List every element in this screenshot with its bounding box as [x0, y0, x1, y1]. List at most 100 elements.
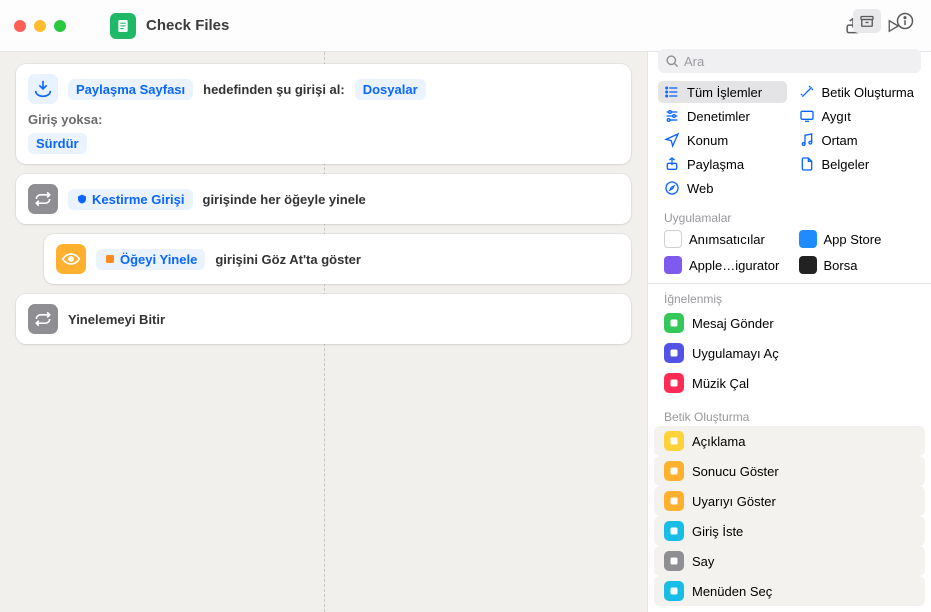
window-controls: [14, 20, 66, 32]
receive-middle-text: hedefinden şu girişi al:: [203, 82, 345, 97]
category-label: Konum: [687, 133, 728, 148]
end-repeat-icon: [28, 304, 58, 334]
receive-type-token[interactable]: Dosyalar: [355, 79, 426, 100]
category-label: Paylaşma: [687, 157, 744, 172]
category-item[interactable]: Betik Oluşturma: [793, 81, 922, 103]
action-item-icon: [664, 461, 684, 481]
app-icon: [799, 230, 817, 248]
category-item[interactable]: Belgeler: [793, 153, 922, 175]
action-list-item[interactable]: Müzik Çal: [654, 368, 925, 398]
action-item-icon: [664, 431, 684, 451]
category-item[interactable]: Ortam: [793, 129, 922, 151]
share-icon: [664, 156, 680, 172]
close-window-button[interactable]: [14, 20, 26, 32]
repeat-input-token[interactable]: Kestirme Girişi: [68, 189, 193, 210]
minimize-window-button[interactable]: [34, 20, 46, 32]
action-list-item[interactable]: Say: [654, 546, 925, 576]
app-icon: [664, 230, 682, 248]
window-title: Check Files: [146, 17, 843, 34]
action-list-item[interactable]: Açıklama: [654, 426, 925, 456]
action-item-icon: [664, 313, 684, 333]
action-item-label: Sonucu Göster: [692, 464, 779, 479]
action-item-icon: [664, 551, 684, 571]
repeat-text: girişinde her öğeyle yinele: [203, 192, 366, 207]
app-icon: [664, 256, 682, 274]
action-list-item[interactable]: Sonucu Göster: [654, 456, 925, 486]
end-repeat-text: Yinelemeyi Bitir: [68, 312, 165, 327]
app-item[interactable]: Apple…igurator: [658, 253, 787, 277]
music-note-icon: [799, 132, 815, 148]
category-item[interactable]: Paylaşma: [658, 153, 787, 175]
action-item-icon: [664, 521, 684, 541]
category-item[interactable]: Konum: [658, 129, 787, 151]
action-list-item[interactable]: Mesaj Gönder: [654, 308, 925, 338]
action-list-item[interactable]: Uygulamayı Aç: [654, 338, 925, 368]
list-icon: [664, 84, 680, 100]
library-sidebar: Tüm İşlemler Betik Oluşturma Denetimler Ayg…: [647, 52, 931, 612]
receive-target-token[interactable]: Paylaşma Sayfası: [68, 79, 193, 100]
action-item-label: Müzik Çal: [692, 376, 749, 391]
category-grid: Tüm İşlemler Betik Oluşturma Denetimler Ayg…: [648, 79, 931, 205]
action-item-label: Uyarıyı Göster: [692, 494, 776, 509]
pinned-section-label: İğnelenmiş: [648, 286, 931, 308]
category-label: Denetimler: [687, 109, 750, 124]
safari-icon: [664, 180, 680, 196]
action-item-label: Uygulamayı Aç: [692, 346, 779, 361]
shortcut-canvas[interactable]: Paylaşma Sayfası hedefinden şu girişi al…: [0, 52, 647, 612]
category-label: Tüm İşlemler: [687, 85, 762, 100]
document-icon: [799, 156, 815, 172]
quicklook-icon: [56, 244, 86, 274]
category-label: Ortam: [822, 133, 858, 148]
app-item[interactable]: Borsa: [793, 253, 922, 277]
category-item[interactable]: Web: [658, 177, 787, 199]
sliders-icon: [664, 108, 680, 124]
app-label: Borsa: [824, 258, 858, 273]
category-label: Betik Oluşturma: [822, 85, 914, 100]
action-item-icon: [664, 491, 684, 511]
shortcut-app-icon: [110, 13, 136, 39]
scripting-list: Açıklama Sonucu Göster Uyarıyı Göster Gi…: [648, 426, 931, 612]
action-item-label: Say: [692, 554, 714, 569]
search-input[interactable]: [658, 49, 921, 73]
apps-grid: Anımsatıcılar App Store Apple…igurator Bors…: [648, 227, 931, 281]
action-item-label: Mesaj Gönder: [692, 316, 774, 331]
quicklook-input-token[interactable]: Öğeyi Yinele: [96, 249, 205, 270]
action-item-icon: [664, 581, 684, 601]
pinned-list: Mesaj Gönder Uygulamayı Aç Müzik Çal: [648, 308, 931, 404]
no-input-action-token[interactable]: Sürdür: [28, 133, 87, 154]
location-icon: [664, 132, 680, 148]
action-receive-input[interactable]: Paylaşma Sayfası hedefinden şu girişi al…: [16, 64, 631, 164]
action-repeat-each[interactable]: Kestirme Girişi girişinde her öğeyle yin…: [16, 174, 631, 224]
app-label: Apple…igurator: [689, 258, 779, 273]
action-item-icon: [664, 343, 684, 363]
wand-icon: [799, 84, 815, 100]
app-label: Anımsatıcılar: [689, 232, 765, 247]
action-list-item[interactable]: Menüden Seç: [654, 576, 925, 606]
action-quick-look[interactable]: Öğeyi Yinele girişini Göz At'ta göster: [44, 234, 631, 284]
scripting-section-label: Betik Oluşturma: [648, 404, 931, 426]
action-item-label: Açıklama: [692, 434, 745, 449]
category-item[interactable]: Denetimler: [658, 105, 787, 127]
category-label: Belgeler: [822, 157, 870, 172]
category-label: Aygıt: [822, 109, 851, 124]
app-icon: [799, 256, 817, 274]
action-list-item[interactable]: Uyarıyı Göster: [654, 486, 925, 516]
category-label: Web: [687, 181, 714, 196]
app-item[interactable]: Anımsatıcılar: [658, 227, 787, 251]
no-input-label: Giriş yoksa:: [28, 112, 619, 127]
action-end-repeat[interactable]: Yinelemeyi Bitir: [16, 294, 631, 344]
library-toggle-button[interactable]: [853, 9, 881, 33]
info-icon[interactable]: [895, 11, 915, 31]
action-list-item[interactable]: Giriş İste: [654, 516, 925, 546]
quicklook-text: girişini Göz At'ta göster: [215, 252, 361, 267]
repeat-icon: [28, 184, 58, 214]
category-item[interactable]: Tüm İşlemler: [658, 81, 787, 103]
action-item-icon: [664, 373, 684, 393]
apps-section-label: Uygulamalar: [648, 205, 931, 227]
app-item[interactable]: App Store: [793, 227, 922, 251]
category-item[interactable]: Aygıt: [793, 105, 922, 127]
fullscreen-window-button[interactable]: [54, 20, 66, 32]
device-icon: [799, 108, 815, 124]
receive-icon: [28, 74, 58, 104]
app-label: App Store: [824, 232, 882, 247]
